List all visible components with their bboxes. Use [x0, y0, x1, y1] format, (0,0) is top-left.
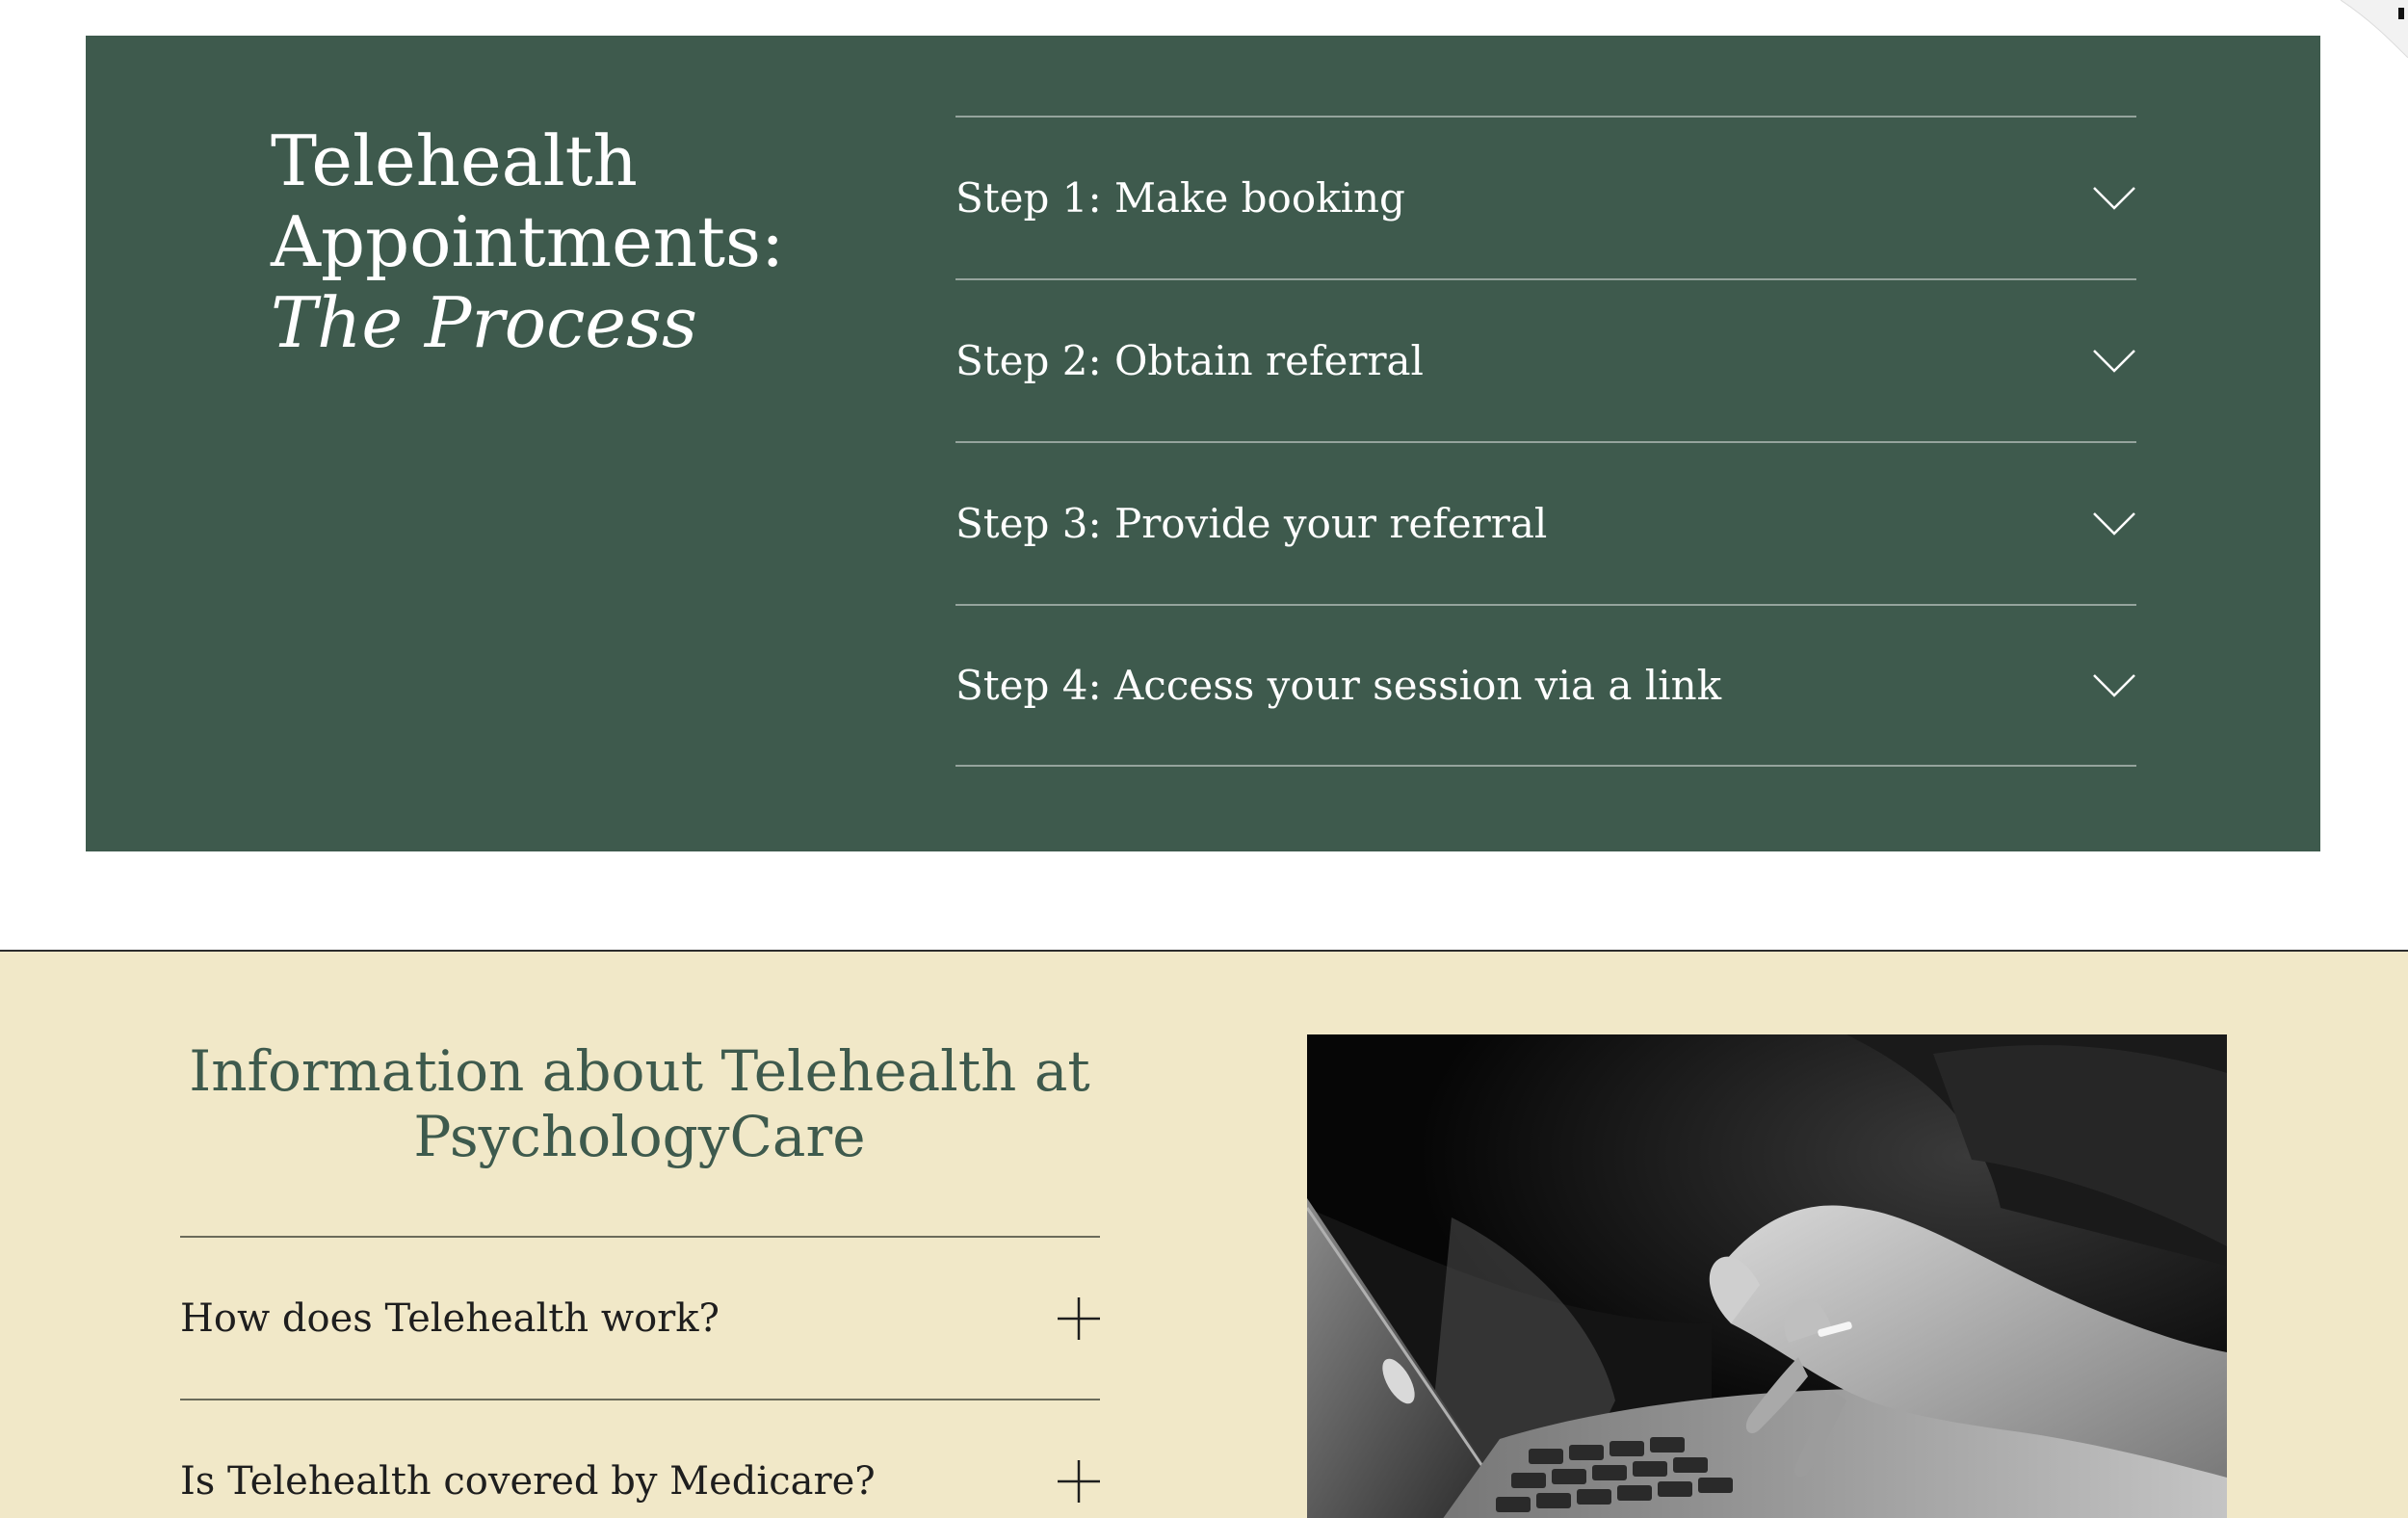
faq-item-how-telehealth-works[interactable]: How does Telehealth work? — [180, 1236, 1100, 1399]
step-item-3[interactable]: Step 3: Provide your referral — [955, 441, 2136, 604]
chevron-down-icon — [2093, 349, 2135, 373]
process-heading: Telehealth Appointments: The Process — [271, 120, 784, 363]
chevron-down-icon — [2093, 673, 2135, 697]
process-steps-accordion: Step 1: Make booking Step 2: Obtain refe… — [955, 116, 2136, 767]
chevron-down-icon — [2093, 511, 2135, 536]
page: Telehealth Appointments: The Process Ste… — [0, 0, 2408, 1518]
process-heading-line3: The Process — [271, 282, 697, 363]
step-item-4[interactable]: Step 4: Access your session via a link — [955, 604, 2136, 767]
step-item-2[interactable]: Step 2: Obtain referral — [955, 278, 2136, 441]
plus-icon — [1058, 1459, 1100, 1503]
step-label: Step 1: Make booking — [955, 174, 1405, 222]
laptop-hands-photo — [1307, 1034, 2227, 1518]
chevron-down-icon — [2093, 186, 2135, 210]
step-item-1[interactable]: Step 1: Make booking — [955, 116, 2136, 278]
telehealth-process-panel: Telehealth Appointments: The Process Ste… — [86, 36, 2320, 851]
step-label: Step 2: Obtain referral — [955, 337, 1424, 384]
process-heading-line2: Appointments: — [271, 201, 785, 282]
info-title: Information about Telehealth at Psycholo… — [189, 1038, 1090, 1169]
step-label: Step 3: Provide your referral — [955, 500, 1548, 547]
page-corner-curl-icon — [2341, 0, 2408, 58]
process-heading-line1: Telehealth — [271, 120, 638, 201]
faq-accordion: How does Telehealth work? Is Telehealth … — [180, 1236, 1100, 1518]
faq-label: Is Telehealth covered by Medicare? — [180, 1458, 876, 1504]
faq-label: How does Telehealth work? — [180, 1296, 720, 1341]
photo-illustration — [1307, 1034, 2227, 1518]
telehealth-info-section: Information about Telehealth at Psycholo… — [0, 950, 2408, 1518]
faq-item-medicare-coverage[interactable]: Is Telehealth covered by Medicare? — [180, 1399, 1100, 1518]
plus-icon — [1058, 1296, 1100, 1340]
step-label: Step 4: Access your session via a link — [955, 662, 1722, 709]
